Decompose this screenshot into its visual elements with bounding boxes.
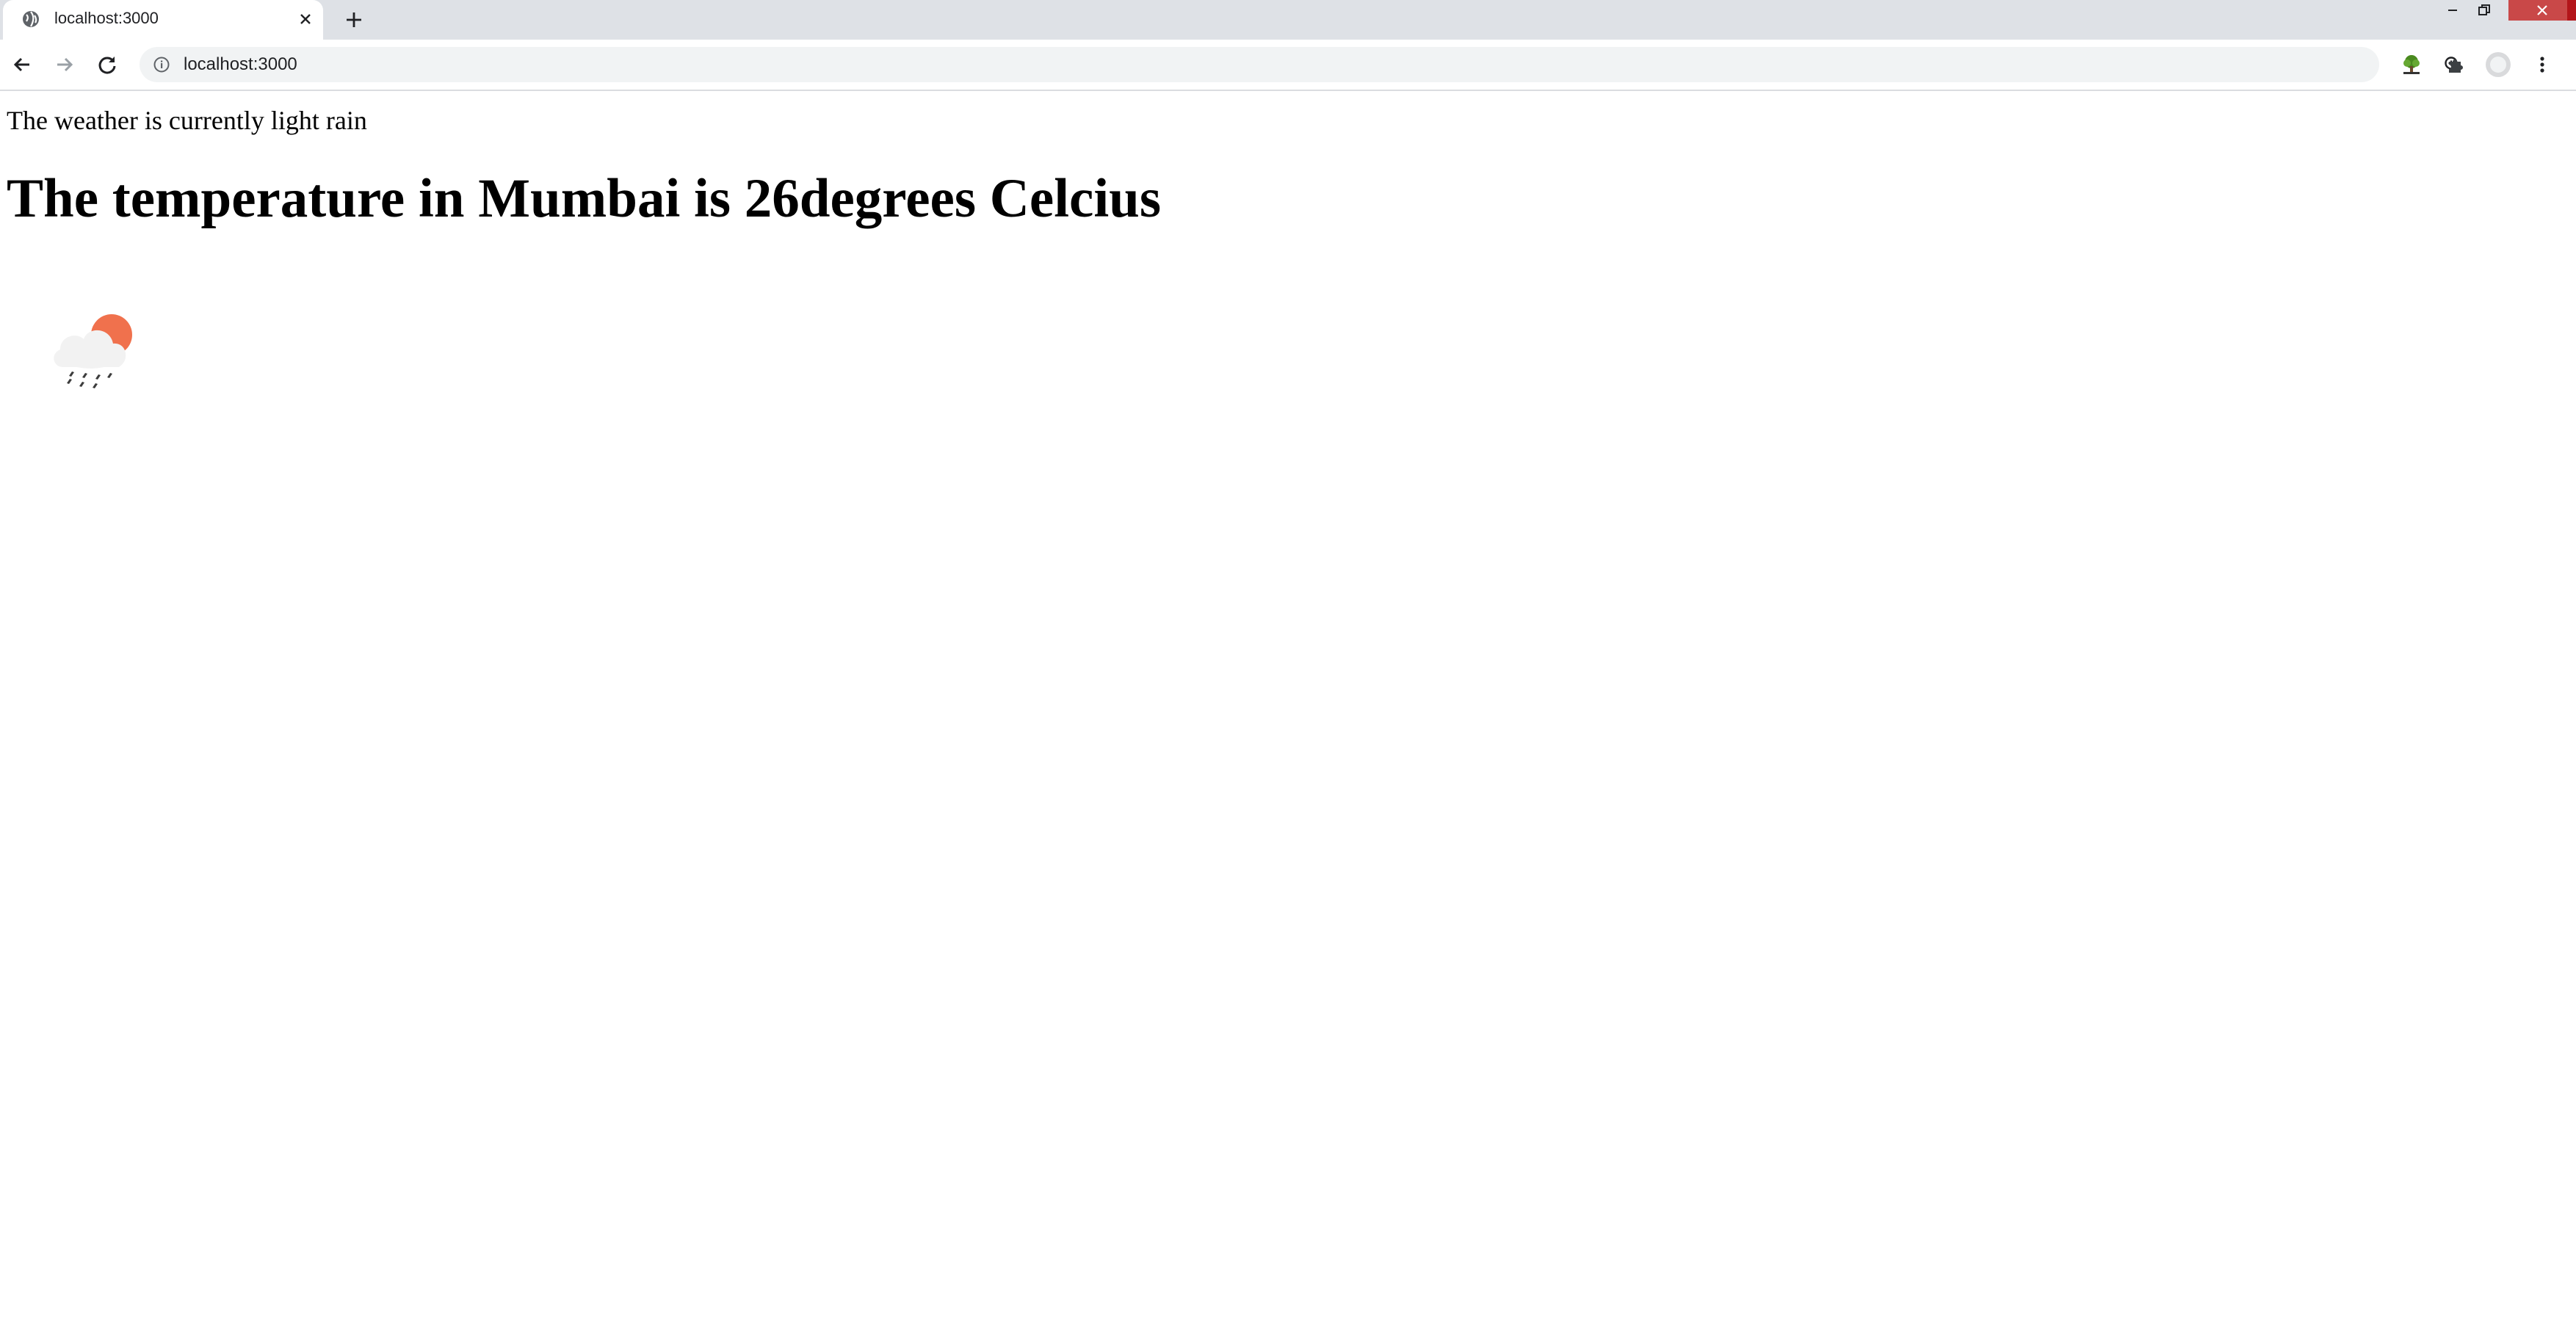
info-icon[interactable] (151, 54, 172, 75)
extension-tree-icon[interactable] (2397, 50, 2426, 79)
puzzle-icon[interactable] (2441, 50, 2470, 79)
menu-icon[interactable] (2528, 50, 2557, 79)
close-tab-icon[interactable] (295, 9, 316, 29)
reload-icon[interactable] (93, 50, 122, 79)
tab-title: localhost:3000 (54, 9, 159, 27)
tab-strip: localhost:3000 (0, 0, 2576, 40)
light-rain-sun-icon (43, 304, 145, 407)
browser-tab[interactable]: localhost:3000 (3, 0, 323, 40)
globe-icon (21, 9, 41, 29)
url-text[interactable]: localhost:3000 (184, 54, 297, 76)
page-content: The weather is currently light rain The … (0, 91, 2576, 1342)
forward-icon[interactable] (50, 50, 79, 79)
address-bar[interactable]: localhost:3000 (140, 47, 2505, 82)
temperature-heading: The temperature in Mumbai is 26degrees C… (7, 168, 1162, 229)
back-icon[interactable] (7, 50, 37, 79)
restore-icon[interactable] (2457, 0, 2511, 21)
browser-toolbar: localhost:3000 (0, 40, 2576, 91)
close-window-icon[interactable] (2508, 0, 2576, 21)
window-edge (2567, 0, 2576, 21)
weather-description: The weather is currently light rain (7, 106, 367, 135)
new-tab-button[interactable] (339, 7, 369, 32)
profile-icon[interactable] (2483, 50, 2513, 79)
